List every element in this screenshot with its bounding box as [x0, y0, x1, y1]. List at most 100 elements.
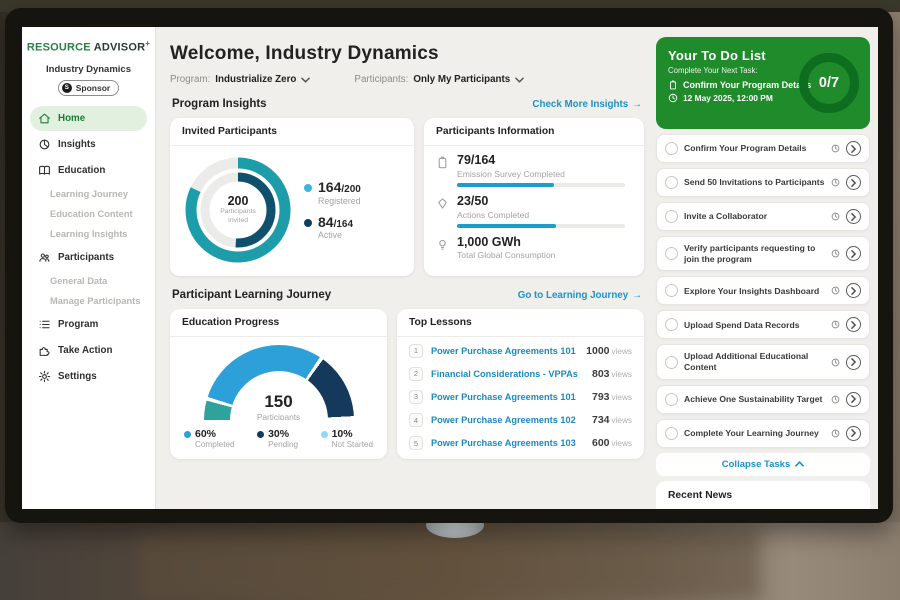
sidebar-item-label: Settings — [58, 371, 97, 382]
task-item[interactable]: Achieve One Sustainability Target — [656, 385, 870, 414]
logo-plus: + — [145, 39, 150, 48]
sidebar-item-participants[interactable]: Participants — [30, 245, 147, 270]
collapse-tasks-button[interactable]: Collapse Tasks — [656, 453, 870, 476]
gauge-center: 150 Participants — [204, 392, 354, 420]
clipboard-icon — [436, 156, 449, 187]
task-checkbox[interactable] — [665, 210, 678, 223]
task-open-button[interactable] — [846, 283, 861, 298]
invited-participants-card: Invited Participants 200 Participants In… — [170, 118, 414, 276]
task-item[interactable]: Invite a Collaborator — [656, 202, 870, 231]
lesson-rank: 4 — [409, 413, 423, 427]
task-checkbox[interactable] — [665, 393, 678, 406]
gauge-value: 150 — [204, 392, 354, 412]
legend-pending: 30%Pending — [257, 428, 298, 449]
lesson-link[interactable]: Power Purchase Agreements 102 — [431, 415, 584, 425]
sidebar-item-program[interactable]: Program — [30, 312, 147, 337]
chevron-up-icon — [795, 461, 804, 467]
learning-journey-title: Participant Learning Journey — [172, 289, 331, 301]
legend-completed: 60%Completed — [184, 428, 235, 449]
task-item[interactable]: Upload Spend Data Records — [656, 310, 870, 339]
top-lessons-title: Top Lessons — [397, 309, 644, 337]
clock-icon — [831, 320, 840, 329]
task-checkbox[interactable] — [665, 356, 678, 369]
task-open-button[interactable] — [846, 246, 861, 261]
clock-icon — [831, 429, 840, 438]
sidebar-item-general-data[interactable]: General Data — [22, 271, 155, 291]
arrow-right-icon: → — [632, 290, 642, 301]
sidebar-item-home[interactable]: Home — [30, 106, 147, 131]
task-item[interactable]: Complete Your Learning Journey — [656, 419, 870, 448]
take-action-icon — [38, 344, 51, 357]
task-open-button[interactable] — [846, 426, 861, 441]
logo-advisor: ADVISOR — [94, 42, 146, 54]
program-insights-header: Program Insights Check More Insights → — [172, 98, 642, 110]
participants-icon — [38, 251, 51, 264]
lesson-link[interactable]: Power Purchase Agreements 101 — [431, 346, 578, 356]
task-open-button[interactable] — [846, 392, 861, 407]
task-item[interactable]: Confirm Your Program Details — [656, 134, 870, 163]
task-item[interactable]: Verify participants requesting to join t… — [656, 236, 870, 271]
task-checkbox[interactable] — [665, 247, 678, 260]
go-to-learning-journey-link[interactable]: Go to Learning Journey → — [518, 290, 642, 301]
participants-filter-value: Only My Participants — [413, 74, 510, 85]
sidebar-item-insights[interactable]: Insights — [30, 132, 147, 157]
bulb-icon — [436, 238, 449, 265]
sidebar-item-manage-participants[interactable]: Manage Participants — [22, 291, 155, 311]
registered-dot — [304, 184, 312, 192]
sidebar-item-education-content[interactable]: Education Content — [22, 204, 155, 224]
sidebar-item-label: Insights — [58, 139, 96, 150]
sidebar-item-label: Participants — [58, 252, 114, 263]
todo-progress-ring: 0/7 — [799, 53, 859, 113]
check-more-insights-link[interactable]: Check More Insights → — [532, 99, 642, 110]
chevron-down-icon — [515, 77, 524, 83]
task-open-button[interactable] — [846, 209, 861, 224]
task-checkbox[interactable] — [665, 142, 678, 155]
actions-completed-row: 23/50 Actions Completed — [436, 195, 632, 228]
sidebar-item-settings[interactable]: Settings — [30, 364, 147, 389]
task-item[interactable]: Upload Additional Educational Content — [656, 344, 870, 379]
lesson-link[interactable]: Power Purchase Agreements 101 — [431, 392, 584, 402]
clipboard-icon — [668, 80, 678, 90]
clock-icon — [831, 178, 840, 187]
task-checkbox[interactable] — [665, 427, 678, 440]
program-filter-value: Industrialize Zero — [215, 74, 296, 85]
task-item[interactable]: Explore Your Insights Dashboard — [656, 276, 870, 305]
sidebar-item-label: Home — [58, 113, 85, 124]
program-filter-label: Program: — [170, 74, 210, 85]
desk-blur — [140, 530, 760, 600]
task-checkbox[interactable] — [665, 284, 678, 297]
todo-progress-value: 0/7 — [819, 75, 839, 91]
lesson-link[interactable]: Financial Considerations - VPPAs — [431, 369, 584, 379]
dashboard-screen: RESOURCE ADVISOR+ Industry Dynamics S Sp… — [22, 27, 878, 509]
invited-total-label: Participants Invited — [210, 208, 266, 226]
recent-news-card: Recent News — [656, 481, 870, 509]
task-open-button[interactable] — [846, 355, 861, 370]
badge-icon — [436, 197, 449, 228]
lesson-rank: 3 — [409, 390, 423, 404]
sidebar-item-learning-insights[interactable]: Learning Insights — [22, 224, 155, 244]
task-checkbox[interactable] — [665, 318, 678, 331]
education-icon — [38, 164, 51, 177]
sidebar-item-education[interactable]: Education — [30, 158, 147, 183]
participants-information-title: Participants Information — [424, 118, 644, 146]
participants-filter[interactable]: Participants: Only My Participants — [354, 74, 524, 85]
learning-journey-header: Participant Learning Journey Go to Learn… — [172, 289, 642, 301]
program-filter[interactable]: Program: Industrialize Zero — [170, 74, 310, 85]
actions-completed-progressbar — [457, 224, 625, 228]
task-checkbox[interactable] — [665, 176, 678, 189]
lesson-rank: 5 — [409, 436, 423, 450]
sponsor-badge[interactable]: S Sponsor — [58, 80, 119, 96]
insights-icon — [38, 138, 51, 151]
sidebar-item-take-action[interactable]: Take Action — [30, 338, 147, 363]
sidebar-item-learning-journey[interactable]: Learning Journey — [22, 184, 155, 204]
task-open-button[interactable] — [846, 175, 861, 190]
sidebar-item-label: Take Action — [58, 345, 112, 356]
task-item[interactable]: Send 50 Invitations to Participants — [656, 168, 870, 197]
task-open-button[interactable] — [846, 141, 861, 156]
education-gauge-legend: 60%Completed 30%Pending 10%Not Started — [170, 420, 387, 449]
emission-survey-progressbar — [457, 183, 625, 187]
legend-registered: 164/200 Registered — [304, 180, 361, 206]
lesson-rank: 2 — [409, 367, 423, 381]
task-open-button[interactable] — [846, 317, 861, 332]
lesson-link[interactable]: Power Purchase Agreements 103 — [431, 438, 584, 448]
